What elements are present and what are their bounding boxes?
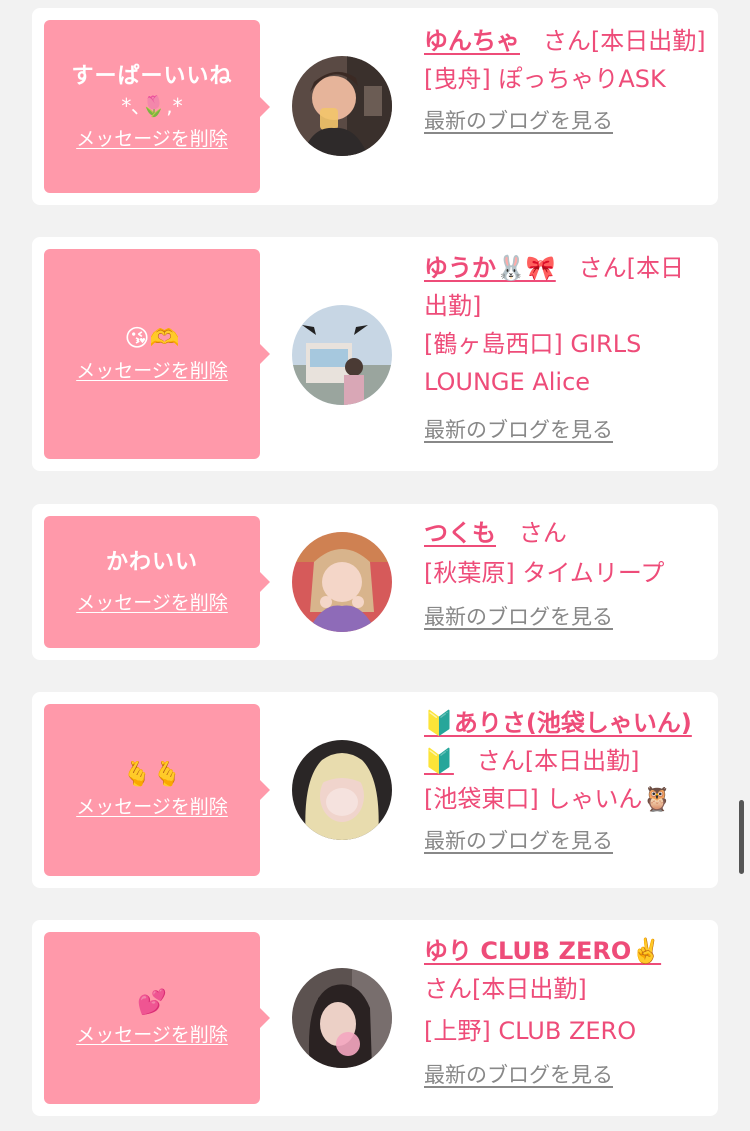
avatar[interactable]: [292, 532, 392, 632]
list-item: 😘🫶 メッセージを削除 ゆうか🐰🎀 さん[本日出勤] [鶴ヶ島西口] GIRLS…: [32, 237, 718, 471]
latest-blog-link[interactable]: 最新のブログを見る: [424, 106, 708, 136]
cast-name-link[interactable]: つくも: [424, 519, 496, 547]
work-status: [本日出勤]: [472, 975, 587, 1003]
message-emoji: 💕: [137, 988, 167, 1016]
honorific: さん: [518, 519, 567, 547]
message-bubble: 💕 メッセージを削除: [44, 932, 270, 1104]
shop-name: [鶴ヶ島西口] GIRLS LOUNGE Alice: [424, 330, 642, 396]
work-status: [本日出勤]: [524, 747, 640, 775]
honorific: さん: [542, 27, 591, 55]
honorific: さん: [578, 254, 627, 282]
cast-info: つくも さん [秋葉原] タイムリープ 最新のブログを見る: [424, 514, 708, 632]
cast-info: ゆり CLUB ZERO✌️ さん[本日出勤] [上野] CLUB ZERO 最…: [424, 932, 708, 1090]
message-emoji: 🫰🫰: [122, 760, 182, 788]
avatar[interactable]: [292, 968, 392, 1068]
shop-name: [秋葉原] タイムリープ: [424, 559, 665, 587]
cast-name-link[interactable]: ゆんちゃ: [424, 27, 520, 55]
shop-name: [上野] CLUB ZERO: [424, 1017, 637, 1045]
list-item: かわいい メッセージを削除 つくも さん [秋葉原] タイムリープ 最新のブログ…: [32, 504, 718, 660]
message-bubble: 🫰🫰 メッセージを削除: [44, 704, 270, 876]
delete-message-link[interactable]: メッセージを削除: [76, 794, 228, 820]
list-item: 🫰🫰 メッセージを削除 🔰ありさ(池袋しゃいん)🔰 さん[本日出勤] [池袋東口…: [32, 692, 718, 888]
list-item: すーぱーいいね *､🌷,* メッセージを削除 ゆんちゃ さん[本日出勤] [曳舟…: [32, 8, 718, 205]
message-bubble: すーぱーいいね *､🌷,* メッセージを削除: [44, 20, 270, 193]
cast-info: 🔰ありさ(池袋しゃいん)🔰 さん[本日出勤] [池袋東口] しゃいん🦉 最新のブ…: [424, 704, 708, 856]
scrollbar[interactable]: [739, 800, 744, 874]
cast-info: ゆうか🐰🎀 さん[本日出勤] [鶴ヶ島西口] GIRLS LOUNGE Alic…: [424, 249, 708, 445]
honorific: さん: [424, 975, 472, 1003]
delete-message-link[interactable]: メッセージを削除: [76, 590, 228, 616]
cast-name-link[interactable]: ゆり CLUB ZERO✌️: [424, 937, 661, 965]
avatar[interactable]: [292, 740, 392, 840]
cast-status-line: さん[本日出勤]: [424, 970, 708, 1008]
avatar[interactable]: [292, 56, 392, 156]
delete-message-link[interactable]: メッセージを削除: [76, 126, 228, 152]
message-list: すーぱーいいね *､🌷,* メッセージを削除 ゆんちゃ さん[本日出勤] [曳舟…: [0, 0, 750, 1131]
message-emoji: *､🌷,*: [121, 93, 183, 118]
shop-name: [池袋東口] しゃいん🦉: [424, 785, 673, 813]
latest-blog-link[interactable]: 最新のブログを見る: [424, 826, 708, 856]
work-status: [本日出勤]: [590, 27, 706, 55]
message-text: かわいい: [105, 550, 198, 575]
latest-blog-link[interactable]: 最新のブログを見る: [424, 1060, 708, 1090]
message-bubble: かわいい メッセージを削除: [44, 516, 270, 648]
delete-message-link[interactable]: メッセージを削除: [76, 1022, 228, 1048]
cast-name-link[interactable]: ゆうか🐰🎀: [424, 254, 556, 282]
message-text: すーぱーいいね: [71, 63, 233, 89]
message-emoji: 😘🫶: [124, 324, 180, 352]
avatar[interactable]: [292, 305, 392, 405]
honorific: さん: [476, 747, 525, 775]
message-bubble: 😘🫶 メッセージを削除: [44, 249, 270, 459]
list-item: 💕 メッセージを削除 ゆり CLUB ZERO✌️ さん[本日出勤] [上野] …: [32, 920, 718, 1116]
cast-info: ゆんちゃ さん[本日出勤] [曳舟] ぽっちゃりASK 最新のブログを見る: [424, 22, 708, 136]
delete-message-link[interactable]: メッセージを削除: [76, 358, 228, 384]
shop-name: [曳舟] ぽっちゃりASK: [424, 65, 666, 93]
latest-blog-link[interactable]: 最新のブログを見る: [424, 415, 708, 445]
latest-blog-link[interactable]: 最新のブログを見る: [424, 602, 708, 632]
